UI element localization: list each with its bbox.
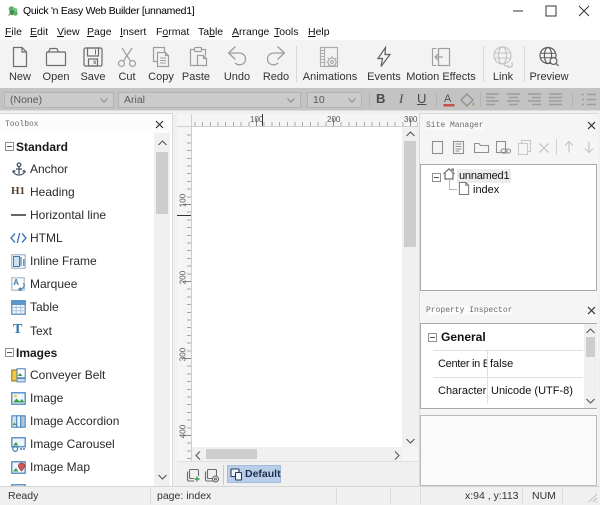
svg-text:A: A: [13, 278, 19, 287]
svg-text:A: A: [444, 93, 452, 105]
